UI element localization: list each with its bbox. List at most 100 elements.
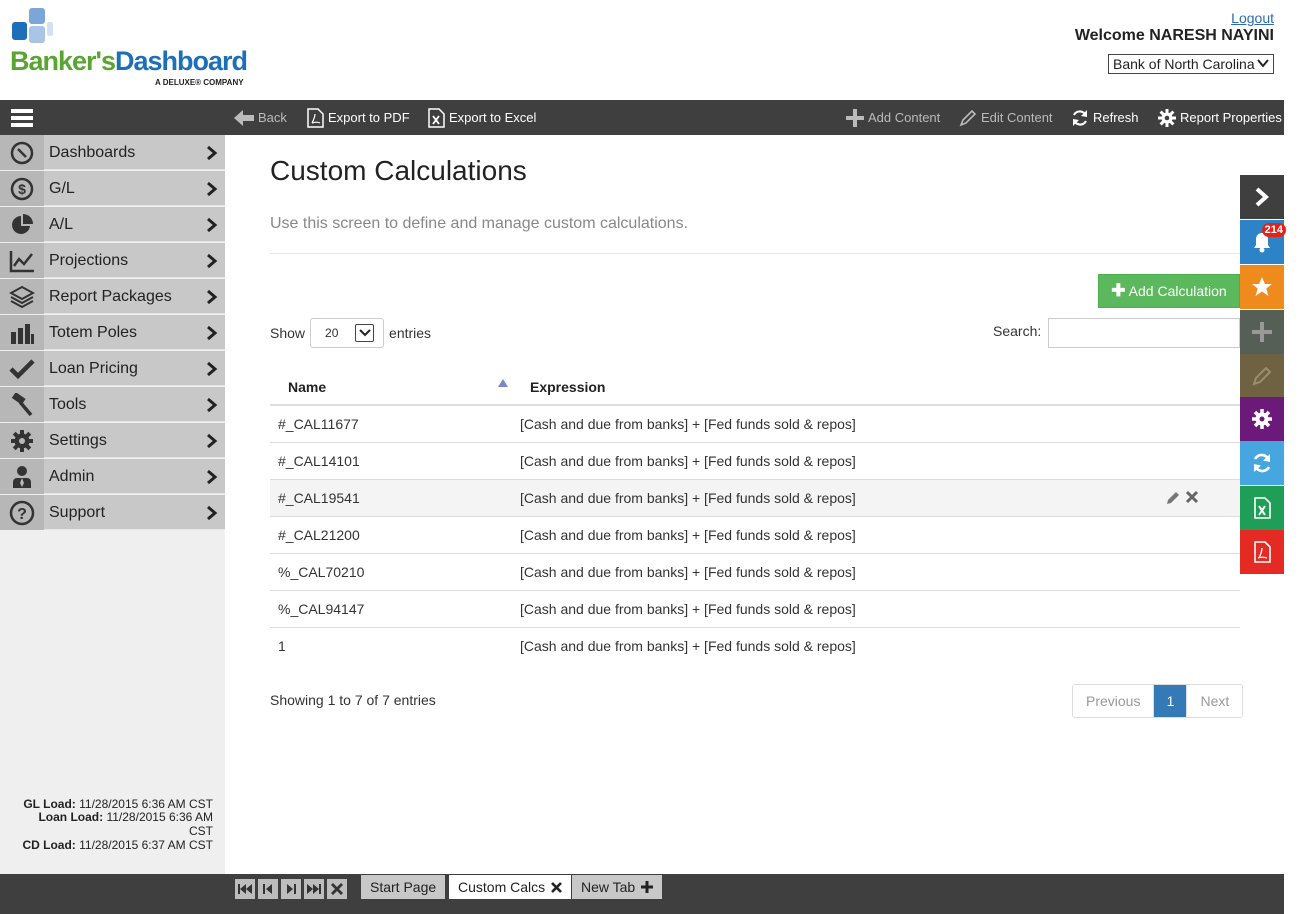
tab-label: New Tab: [581, 879, 636, 895]
rail-favorite-button[interactable]: [1240, 265, 1284, 309]
sidebar-item-tools[interactable]: Tools: [0, 387, 225, 422]
rail-notifications-button[interactable]: 214: [1240, 220, 1286, 264]
loan-load-value-tz: CST: [189, 824, 213, 838]
header: Banker'sDashboard A DELUXE® COMPANY Logo…: [0, 0, 1284, 100]
chevron-right-icon: [207, 145, 218, 161]
delete-x-icon[interactable]: [1185, 490, 1199, 504]
sidebar-item-al[interactable]: A/L: [0, 207, 225, 242]
column-header-name[interactable]: Name: [288, 367, 326, 407]
chevron-right-icon: [207, 289, 218, 305]
report-properties-label: Report Properties: [1180, 110, 1282, 125]
sidebar-item-label: Settings: [49, 432, 107, 449]
cd-load-value: 11/28/2015 6:37 AM CST: [79, 838, 213, 852]
previous-icon: [263, 884, 272, 894]
sidebar-item-label: Report Packages: [49, 288, 172, 305]
dollar-icon: $: [10, 177, 34, 200]
sidebar-item-label: Admin: [49, 468, 95, 485]
table-row[interactable]: #_CAL14101 [Cash and due from banks] + […: [270, 443, 1240, 480]
edit-pencil-icon[interactable]: [1166, 490, 1181, 505]
sidebar-item-settings[interactable]: Settings: [0, 423, 225, 458]
sort-asc-icon[interactable]: [498, 379, 508, 387]
add-content-label: Add Content: [868, 110, 941, 125]
page-title: Custom Calculations: [270, 155, 527, 186]
close-all-tabs-button[interactable]: [327, 879, 347, 899]
rail-refresh-button[interactable]: [1240, 441, 1284, 485]
sidebar-item-label: Tools: [49, 396, 87, 413]
tab-navigation: [235, 879, 347, 899]
rail-excel-button[interactable]: [1240, 486, 1284, 530]
tab-label: Custom Calcs: [458, 879, 546, 895]
export-excel-button[interactable]: Export to Excel: [427, 100, 536, 135]
report-properties-button[interactable]: Report Properties: [1158, 100, 1282, 135]
compass-icon: [10, 141, 34, 164]
sidebar-item-label: Totem Poles: [49, 324, 138, 341]
sidebar-item-dashboards[interactable]: Dashboards: [0, 135, 225, 170]
logo-text: Banker'sDashboard: [10, 46, 248, 77]
table-row[interactable]: 1 [Cash and due from banks] + [Fed funds…: [270, 628, 1240, 665]
tab-start-page[interactable]: Start Page: [361, 875, 446, 899]
rail-pdf-button[interactable]: [1240, 530, 1284, 574]
table-row[interactable]: %_CAL70210 [Cash and due from banks] + […: [270, 554, 1240, 591]
table-row[interactable]: #_CAL19541 [Cash and due from banks] + […: [270, 480, 1240, 517]
sidebar-item-loan-pricing[interactable]: Loan Pricing: [0, 351, 225, 386]
table-row[interactable]: %_CAL94147 [Cash and due from banks] + […: [270, 591, 1240, 628]
menu-icon[interactable]: [11, 109, 33, 127]
sidebar-item-label: Projections: [49, 252, 129, 269]
sidebar-item-support[interactable]: ? Support: [0, 495, 225, 530]
gear-icon: [1252, 409, 1272, 429]
logo: Banker'sDashboard A DELUXE® COMPANY: [10, 8, 270, 90]
tab-new-tab[interactable]: New Tab: [572, 875, 663, 899]
page-1-button[interactable]: 1: [1153, 685, 1187, 717]
add-content-button[interactable]: Add Content: [846, 100, 940, 135]
sidebar-item-admin[interactable]: Admin: [0, 459, 225, 494]
cell-name: %_CAL70210: [278, 564, 365, 580]
last-tab-button[interactable]: [304, 879, 324, 899]
refresh-icon: [1253, 453, 1271, 473]
sidebar-item-report-packages[interactable]: Report Packages: [0, 279, 225, 314]
chevron-down-icon: [358, 329, 371, 337]
loan-load-label: Loan Load:: [38, 810, 104, 824]
chevron-right-icon: [207, 505, 218, 521]
rail-collapse-button[interactable]: [1240, 175, 1284, 219]
export-pdf-button[interactable]: Export to PDF: [306, 100, 410, 135]
add-calculation-button[interactable]: ✚ Add Calculation: [1098, 274, 1240, 308]
pencil-icon: [959, 109, 977, 126]
cell-expression: [Cash and due from banks] + [Fed funds s…: [520, 527, 856, 543]
rail-add-button[interactable]: [1240, 310, 1284, 354]
previous-page-button[interactable]: Previous: [1073, 685, 1154, 717]
refresh-button[interactable]: Refresh: [1071, 100, 1139, 135]
chevron-right-icon: [207, 433, 218, 449]
logout-link[interactable]: Logout: [1231, 10, 1274, 26]
back-button[interactable]: Back: [234, 100, 287, 135]
bank-select[interactable]: Bank of North Carolina: [1108, 54, 1274, 74]
page-description: Use this screen to define and manage cus…: [270, 215, 689, 232]
row-actions: [1166, 490, 1199, 505]
sidebar-item-label: G/L: [49, 180, 75, 197]
table-row[interactable]: #_CAL11677 [Cash and due from banks] + […: [270, 406, 1240, 443]
column-header-expression[interactable]: Expression: [530, 367, 605, 407]
next-page-button[interactable]: Next: [1186, 685, 1243, 717]
next-tab-button[interactable]: [281, 879, 301, 899]
tab-custom-calcs[interactable]: Custom Calcs: [449, 875, 572, 899]
table-row[interactable]: #_CAL21200 [Cash and due from banks] + […: [270, 517, 1240, 554]
rail-edit-button[interactable]: [1240, 354, 1284, 398]
refresh-icon: [1072, 109, 1088, 126]
logo-text-dashboard: Dashboard: [114, 46, 248, 76]
gear-icon: [1158, 108, 1176, 127]
close-icon[interactable]: [551, 881, 563, 893]
page-length-select[interactable]: 20: [310, 318, 385, 348]
cell-name: #_CAL14101: [278, 453, 360, 469]
bank-select-value: Bank of North Carolina: [1113, 56, 1255, 72]
chevron-right-icon: [1255, 187, 1270, 207]
sidebar-item-projections[interactable]: Projections: [0, 243, 225, 278]
page-length-value: 20: [325, 326, 339, 340]
search-input[interactable]: [1048, 318, 1240, 348]
plus-icon: [1252, 322, 1272, 342]
sidebar-item-totem-poles[interactable]: Totem Poles: [0, 315, 225, 350]
rail-settings-button[interactable]: [1240, 397, 1284, 441]
first-tab-button[interactable]: [235, 879, 255, 899]
sidebar-item-gl[interactable]: $ G/L: [0, 171, 225, 206]
edit-content-button[interactable]: Edit Content: [959, 100, 1053, 135]
previous-tab-button[interactable]: [258, 879, 278, 899]
logo-mark-icon: [12, 8, 53, 43]
